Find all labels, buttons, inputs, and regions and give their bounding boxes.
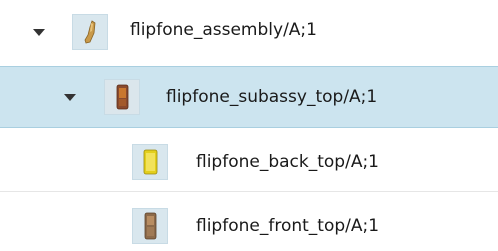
tree-row-flipfone-subassy-top[interactable]: flipfone_subassy_top/A;1 <box>0 66 498 128</box>
expand-chevron-icon[interactable] <box>33 29 45 36</box>
expand-chevron-icon[interactable] <box>64 94 76 101</box>
tree-row-flipfone-assembly[interactable]: flipfone_assembly/A;1 <box>0 4 498 60</box>
tree-row-flipfone-back-top[interactable]: flipfone_back_top/A;1 <box>0 132 498 192</box>
bronze-part-icon <box>132 208 168 244</box>
tree-item-label: flipfone_back_top/A;1 <box>196 152 379 172</box>
yellow-part-icon <box>132 144 168 180</box>
tree-item-label: flipfone_front_top/A;1 <box>196 216 380 236</box>
assembly-part-icon <box>72 14 108 50</box>
tree-item-label: flipfone_subassy_top/A;1 <box>166 87 378 107</box>
subassembly-part-icon <box>104 79 140 115</box>
structure-tree: flipfone_assembly/A;1 flipfone_subassy_t… <box>0 0 498 251</box>
tree-row-flipfone-front-top[interactable]: flipfone_front_top/A;1 <box>0 196 498 251</box>
tree-item-label: flipfone_assembly/A;1 <box>130 20 317 40</box>
